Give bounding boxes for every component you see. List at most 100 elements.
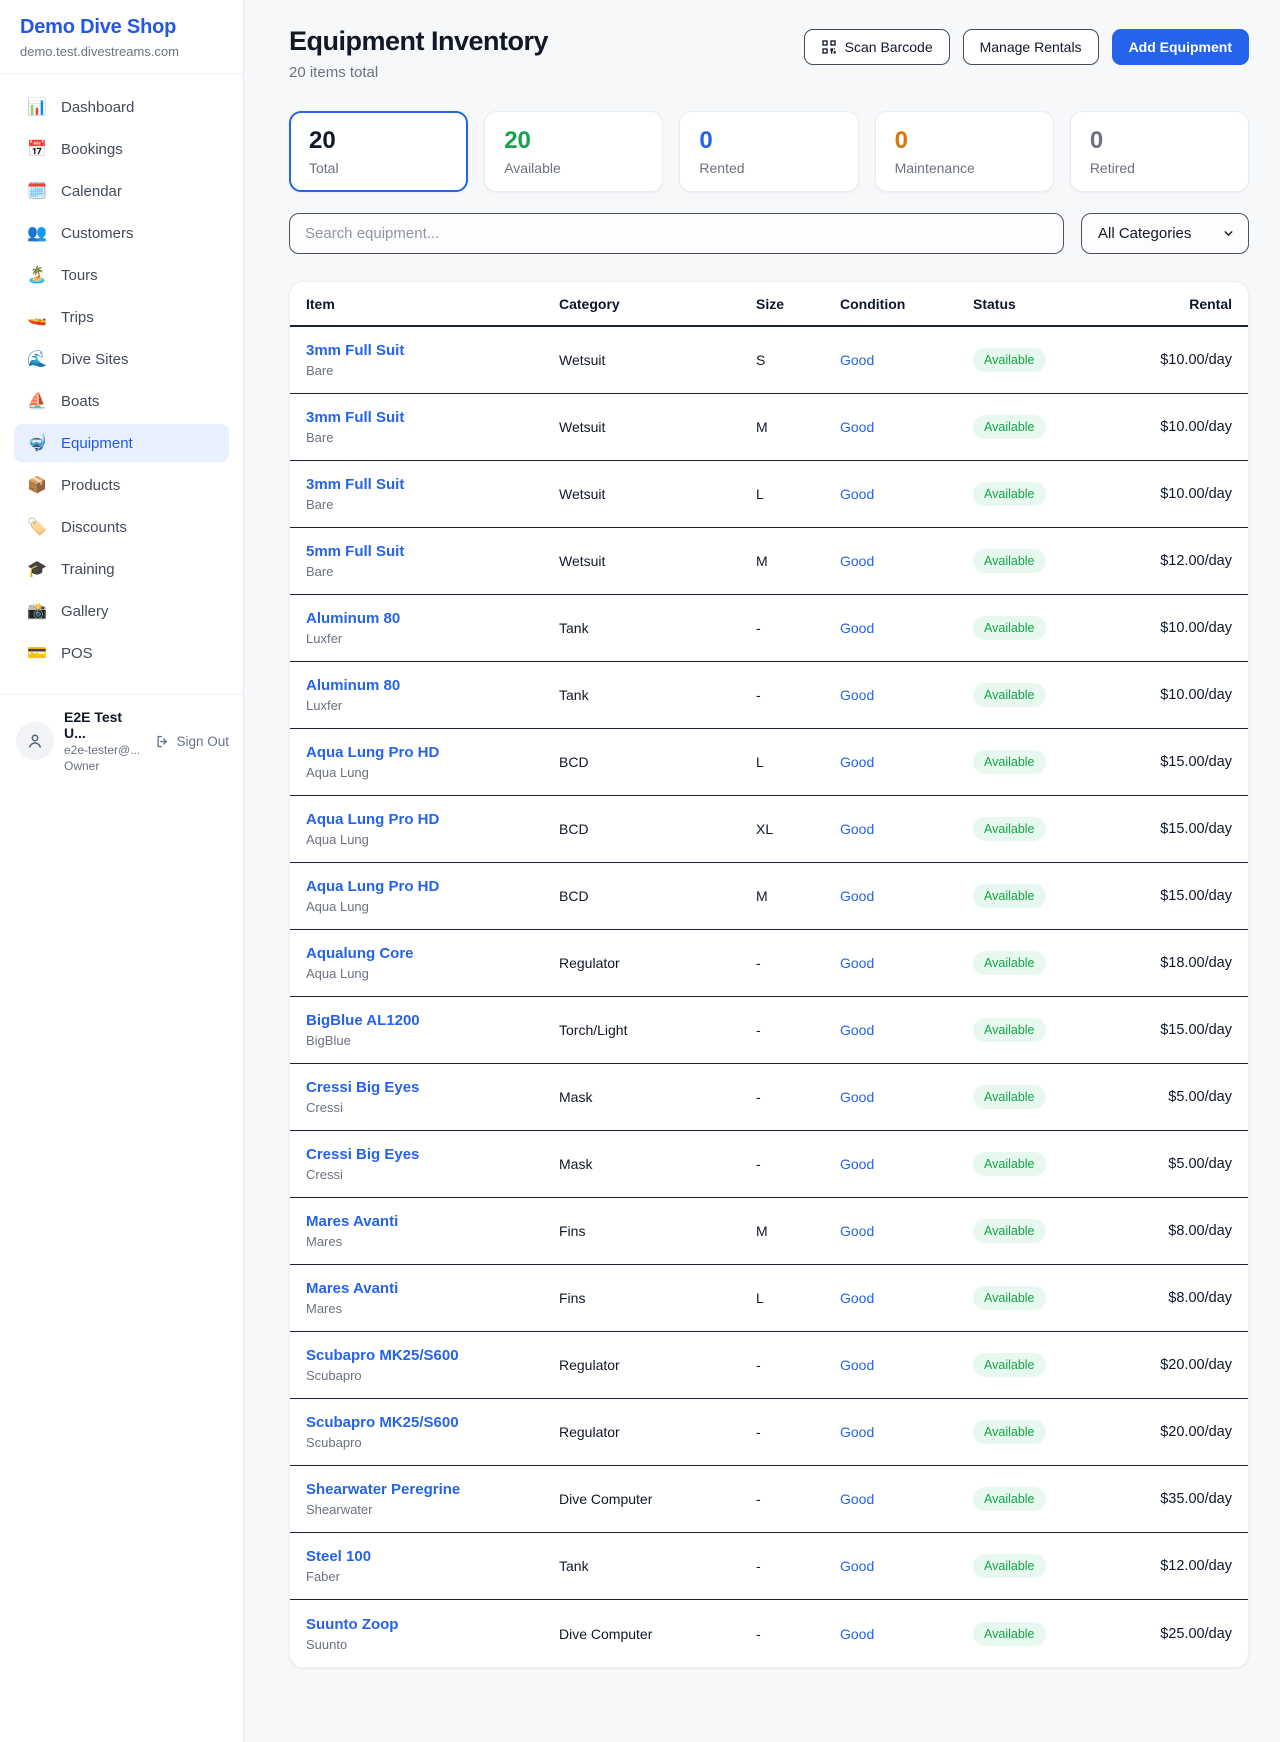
sidebar-item-pos[interactable]: 💳 POS: [14, 634, 229, 672]
item-brand: Mares: [306, 1301, 559, 1316]
condition-link[interactable]: Good: [840, 1290, 874, 1306]
condition-link[interactable]: Good: [840, 352, 874, 368]
condition-link[interactable]: Good: [840, 620, 874, 636]
table-row: 3mm Full Suit Bare Wetsuit S Good Availa…: [290, 327, 1248, 394]
condition-link[interactable]: Good: [840, 888, 874, 904]
sidebar-item-calendar[interactable]: 🗓️ Calendar: [14, 172, 229, 210]
add-equipment-button[interactable]: Add Equipment: [1112, 29, 1249, 65]
column-header-condition: Condition: [840, 296, 973, 312]
item-name-link[interactable]: 3mm Full Suit: [306, 409, 559, 426]
sidebar-item-dashboard[interactable]: 📊 Dashboard: [14, 88, 229, 126]
manage-rentals-button[interactable]: Manage Rentals: [963, 29, 1099, 65]
pos-icon: 💳: [26, 643, 48, 663]
category-cell: Mask: [559, 1089, 756, 1105]
stat-card-retired[interactable]: 0 Retired: [1070, 111, 1249, 192]
condition-link[interactable]: Good: [840, 1156, 874, 1172]
condition-link[interactable]: Good: [840, 1626, 874, 1642]
condition-link[interactable]: Good: [840, 955, 874, 971]
item-brand: Scubapro: [306, 1368, 559, 1383]
stat-label: Total: [309, 160, 448, 176]
sidebar-item-dive-sites[interactable]: 🌊 Dive Sites: [14, 340, 229, 378]
column-header-item: Item: [306, 296, 559, 312]
item-name-link[interactable]: Aqua Lung Pro HD: [306, 744, 559, 761]
sidebar-item-label: Dashboard: [61, 99, 134, 116]
condition-link[interactable]: Good: [840, 1558, 874, 1574]
item-name-link[interactable]: Steel 100: [306, 1548, 559, 1565]
calendar-icon: 🗓️: [26, 181, 48, 201]
sidebar-item-discounts[interactable]: 🏷️ Discounts: [14, 508, 229, 546]
main-content: Equipment Inventory 20 items total Scan …: [244, 0, 1280, 1668]
status-badge: Available: [973, 884, 1046, 908]
search-input[interactable]: [289, 213, 1064, 254]
sidebar-item-equipment[interactable]: 🤿 Equipment: [14, 424, 229, 462]
item-brand: Shearwater: [306, 1502, 559, 1517]
stat-card-available[interactable]: 20 Available: [484, 111, 663, 192]
stat-value: 20: [504, 127, 643, 155]
sidebar-item-bookings[interactable]: 📅 Bookings: [14, 130, 229, 168]
condition-link[interactable]: Good: [840, 821, 874, 837]
condition-link[interactable]: Good: [840, 1223, 874, 1239]
item-cell: Shearwater Peregrine Shearwater: [306, 1481, 559, 1517]
condition-link[interactable]: Good: [840, 1089, 874, 1105]
item-cell: 3mm Full Suit Bare: [306, 342, 559, 378]
condition-link[interactable]: Good: [840, 687, 874, 703]
condition-link[interactable]: Good: [840, 1357, 874, 1373]
condition-link[interactable]: Good: [840, 553, 874, 569]
sidebar-item-training[interactable]: 🎓 Training: [14, 550, 229, 588]
item-name-link[interactable]: Scubapro MK25/S600: [306, 1347, 559, 1364]
item-name-link[interactable]: Cressi Big Eyes: [306, 1079, 559, 1096]
sign-out-button[interactable]: Sign Out: [155, 734, 229, 749]
condition-link[interactable]: Good: [840, 419, 874, 435]
sidebar-item-tours[interactable]: 🏝️ Tours: [14, 256, 229, 294]
item-name-link[interactable]: BigBlue AL1200: [306, 1012, 559, 1029]
sidebar-item-boats[interactable]: ⛵ Boats: [14, 382, 229, 420]
size-cell: M: [756, 553, 840, 569]
item-cell: 3mm Full Suit Bare: [306, 476, 559, 512]
table-row: Steel 100 Faber Tank - Good Available $1…: [290, 1533, 1248, 1600]
item-name-link[interactable]: Aluminum 80: [306, 610, 559, 627]
item-brand: Cressi: [306, 1100, 559, 1115]
status-badge: Available: [973, 1554, 1046, 1578]
sidebar-item-products[interactable]: 📦 Products: [14, 466, 229, 504]
scan-barcode-button[interactable]: Scan Barcode: [804, 29, 950, 65]
status-badge: Available: [973, 1152, 1046, 1176]
category-select[interactable]: All Categories: [1081, 213, 1249, 254]
item-name-link[interactable]: Mares Avanti: [306, 1280, 559, 1297]
sidebar-item-gallery[interactable]: 📸 Gallery: [14, 592, 229, 630]
rental-price: $10.00/day: [1133, 352, 1232, 368]
item-name-link[interactable]: 5mm Full Suit: [306, 543, 559, 560]
items-total-count: 20 items total: [289, 64, 548, 81]
item-brand: Mares: [306, 1234, 559, 1249]
item-name-link[interactable]: Scubapro MK25/S600: [306, 1414, 559, 1431]
condition-link[interactable]: Good: [840, 754, 874, 770]
item-name-link[interactable]: Mares Avanti: [306, 1213, 559, 1230]
item-name-link[interactable]: Aqua Lung Pro HD: [306, 878, 559, 895]
item-cell: 5mm Full Suit Bare: [306, 543, 559, 579]
item-name-link[interactable]: Cressi Big Eyes: [306, 1146, 559, 1163]
item-name-link[interactable]: Aluminum 80: [306, 677, 559, 694]
condition-link[interactable]: Good: [840, 1022, 874, 1038]
condition-link[interactable]: Good: [840, 1491, 874, 1507]
item-name-link[interactable]: Aqualung Core: [306, 945, 559, 962]
category-cell: Dive Computer: [559, 1626, 756, 1642]
item-cell: Suunto Zoop Suunto: [306, 1616, 559, 1652]
sidebar-item-customers[interactable]: 👥 Customers: [14, 214, 229, 252]
item-name-link[interactable]: 3mm Full Suit: [306, 342, 559, 359]
item-cell: Steel 100 Faber: [306, 1548, 559, 1584]
brand-name: Demo Dive Shop: [20, 16, 223, 39]
size-cell: -: [756, 687, 840, 703]
gallery-icon: 📸: [26, 601, 48, 621]
stat-card-maintenance[interactable]: 0 Maintenance: [875, 111, 1054, 192]
stat-card-rented[interactable]: 0 Rented: [679, 111, 858, 192]
item-name-link[interactable]: Suunto Zoop: [306, 1616, 559, 1633]
stat-card-total[interactable]: 20 Total: [289, 111, 468, 192]
table-row: Scubapro MK25/S600 Scubapro Regulator - …: [290, 1399, 1248, 1466]
sidebar-item-trips[interactable]: 🚤 Trips: [14, 298, 229, 336]
rental-price: $35.00/day: [1133, 1491, 1232, 1507]
condition-link[interactable]: Good: [840, 1424, 874, 1440]
item-name-link[interactable]: Aqua Lung Pro HD: [306, 811, 559, 828]
item-name-link[interactable]: 3mm Full Suit: [306, 476, 559, 493]
condition-link[interactable]: Good: [840, 486, 874, 502]
item-name-link[interactable]: Shearwater Peregrine: [306, 1481, 559, 1498]
table-row: Aqualung Core Aqua Lung Regulator - Good…: [290, 930, 1248, 997]
